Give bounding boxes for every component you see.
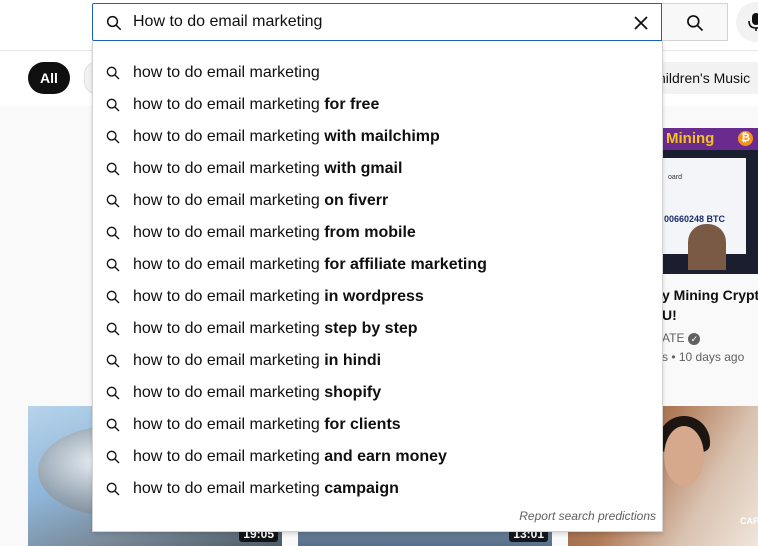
suggestion-completion: for free — [324, 96, 380, 113]
search-suggestion[interactable]: how to do email marketing campaign — [93, 473, 662, 505]
suggestion-base: how to do email marketing — [133, 480, 320, 497]
bitcoin-icon: ₿ — [738, 131, 753, 146]
suggestion-text: how to do email marketing with gmail — [133, 160, 402, 178]
voice-search-button[interactable] — [736, 2, 758, 42]
search-suggestion[interactable]: how to do email marketing with mailchimp — [93, 121, 662, 153]
suggestion-text: how to do email marketing in hindi — [133, 352, 381, 370]
suggestion-completion: for clients — [324, 416, 401, 433]
search-icon — [106, 482, 120, 496]
search-icon — [106, 322, 120, 336]
search-input[interactable]: How to do email marketing — [92, 3, 662, 41]
suggestion-base: how to do email marketing — [133, 256, 320, 273]
suggestion-base: how to do email marketing — [133, 224, 320, 241]
suggestion-base: how to do email marketing — [133, 128, 320, 145]
suggestion-base: how to do email marketing — [133, 384, 320, 401]
thumbnail-face — [664, 426, 704, 486]
suggestion-completion: in hindi — [324, 352, 382, 369]
suggestion-text: how to do email marketing for clients — [133, 416, 401, 434]
search-suggestion[interactable]: how to do email marketing in wordpress — [93, 281, 662, 313]
verified-check-icon: ✓ — [688, 332, 701, 345]
search-icon — [106, 162, 120, 176]
search-suggestion[interactable]: how to do email marketing in hindi — [93, 345, 662, 377]
suggestion-text: how to do email marketing for free — [133, 96, 379, 114]
search-suggestion[interactable]: how to do email marketing for affiliate … — [93, 249, 662, 281]
suggestion-base: how to do email marketing — [133, 160, 320, 177]
suggestion-text: how to do email marketing — [133, 64, 320, 82]
search-icon — [106, 15, 122, 31]
search-icon — [106, 418, 120, 432]
chip-childrens-music[interactable]: hildren's Music — [652, 62, 758, 94]
suggestion-completion: for affiliate marketing — [324, 256, 487, 273]
suggestion-text: how to do email marketing from mobile — [133, 224, 416, 242]
close-icon[interactable] — [629, 11, 653, 35]
search-icon — [106, 290, 120, 304]
report-search-predictions-link[interactable]: Report search predictions — [519, 509, 656, 523]
suggestion-text: how to do email marketing in wordpress — [133, 288, 424, 306]
suggestion-text: how to do email marketing and earn money — [133, 448, 447, 466]
search-suggestions-dropdown: Report search predictions how to do emai… — [92, 41, 663, 532]
suggestion-base: how to do email marketing — [133, 448, 320, 465]
chip-all[interactable]: All — [28, 62, 70, 94]
search-suggestion[interactable]: how to do email marketing for free — [93, 89, 662, 121]
search-suggestion[interactable]: how to do email marketing from mobile — [93, 217, 662, 249]
search-suggestion[interactable]: how to do email marketing and earn money — [93, 441, 662, 473]
search-icon — [106, 226, 120, 240]
suggestion-base: how to do email marketing — [133, 192, 320, 209]
search-icon — [106, 450, 120, 464]
suggestion-completion: on fiverr — [324, 192, 389, 209]
search-icon — [106, 386, 120, 400]
video-meta: s • 10 days ago — [662, 350, 745, 364]
suggestion-completion: shopify — [324, 384, 382, 401]
suggestion-text: how to do email marketing step by step — [133, 320, 418, 338]
suggestion-completion: with mailchimp — [324, 128, 440, 145]
search-icon — [687, 15, 704, 32]
search-suggestion[interactable]: how to do email marketing with gmail — [93, 153, 662, 185]
suggestion-text: how to do email marketing campaign — [133, 480, 399, 498]
search-icon — [106, 98, 120, 112]
search-suggestion[interactable]: how to do email marketing shopify — [93, 377, 662, 409]
thumbnail-banner-text: Mining — [666, 130, 715, 147]
suggestion-completion: and earn money — [324, 448, 447, 465]
search-icon — [106, 66, 120, 80]
thumbnail-btc-value: 00660248 BTC — [664, 214, 726, 224]
suggestion-base: how to do email marketing — [133, 288, 320, 305]
video-title[interactable]: y Mining Crypto U! — [662, 285, 758, 325]
video-thumbnail[interactable]: Mining ₿ oard 00660248 BTC — [662, 128, 758, 274]
suggestion-base: how to do email marketing — [133, 96, 320, 113]
suggestion-base: how to do email marketing — [133, 320, 320, 337]
search-button[interactable] — [662, 3, 728, 41]
channel-name[interactable]: ATE ✓ — [662, 331, 701, 345]
suggestion-completion: in wordpress — [324, 288, 424, 305]
suggestion-completion: campaign — [324, 480, 399, 497]
suggestion-base: how to do email marketing — [133, 416, 320, 433]
thumbnail-dashboard-label: oard — [668, 174, 683, 181]
thumbnail-caption: CAP — [740, 516, 758, 526]
search-suggestion[interactable]: how to do email marketing step by step — [93, 313, 662, 345]
search-suggestion[interactable]: how to do email marketing on fiverr — [93, 185, 662, 217]
search-icon — [106, 194, 120, 208]
suggestion-completion: from mobile — [324, 224, 416, 241]
search-icon — [106, 258, 120, 272]
suggestion-text: how to do email marketing for affiliate … — [133, 256, 487, 274]
suggestion-text: how to do email marketing with mailchimp — [133, 128, 440, 146]
suggestion-base: how to do email marketing — [133, 64, 320, 81]
search-icon — [106, 130, 120, 144]
suggestion-text: how to do email marketing shopify — [133, 384, 381, 402]
thumbnail-person — [688, 224, 726, 270]
suggestion-text: how to do email marketing on fiverr — [133, 192, 388, 210]
suggestion-base: how to do email marketing — [133, 352, 320, 369]
microphone-icon — [748, 13, 758, 31]
channel-name-text: ATE — [662, 331, 685, 345]
suggestion-completion: step by step — [324, 320, 418, 337]
search-icon — [106, 354, 120, 368]
search-query-text[interactable]: How to do email marketing — [133, 13, 322, 31]
search-suggestion[interactable]: how to do email marketing — [93, 57, 662, 89]
suggestion-completion: with gmail — [324, 160, 403, 177]
search-suggestion[interactable]: how to do email marketing for clients — [93, 409, 662, 441]
